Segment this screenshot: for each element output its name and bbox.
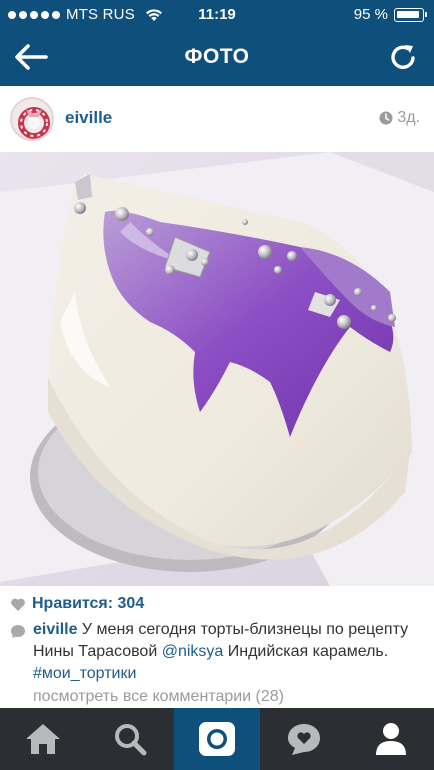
post-time: 3д. bbox=[379, 109, 420, 127]
tab-search[interactable] bbox=[87, 708, 174, 770]
avatar[interactable] bbox=[10, 97, 54, 141]
tab-profile[interactable] bbox=[347, 708, 434, 770]
tab-camera[interactable] bbox=[173, 708, 261, 770]
status-right: 95 % bbox=[353, 6, 427, 23]
caption-text-part-2: Индийская карамель. bbox=[223, 643, 389, 660]
bottom-tab-bar bbox=[0, 708, 434, 770]
view-all-comments-link[interactable]: посмотреть все комментарии (28) bbox=[33, 688, 284, 706]
page-title: ФОТО bbox=[184, 45, 250, 68]
clock-icon bbox=[379, 111, 393, 125]
battery-percent: 95 % bbox=[353, 6, 388, 23]
activity-icon bbox=[287, 724, 320, 755]
profile-icon bbox=[375, 723, 406, 755]
post-time-label: 3д. bbox=[397, 109, 420, 126]
instagram-app: MTS RUS 11:19 95 % ФОТО eiville 3д. Нрав… bbox=[0, 0, 434, 770]
tab-home[interactable] bbox=[0, 708, 87, 770]
tab-activity[interactable] bbox=[260, 708, 347, 770]
home-icon bbox=[26, 724, 61, 754]
search-icon bbox=[115, 724, 147, 756]
caption-text: eiville У меня сегодня торты-близнецы по… bbox=[33, 619, 424, 685]
avatar-image bbox=[12, 99, 52, 139]
camera-icon bbox=[198, 722, 235, 756]
caption-hashtag-link[interactable]: #мои_тортики bbox=[33, 665, 136, 682]
top-bar: MTS RUS 11:19 95 % ФОТО bbox=[0, 0, 434, 86]
post-username[interactable]: eiville bbox=[65, 108, 112, 128]
heart-icon bbox=[11, 598, 25, 611]
battery-icon bbox=[394, 7, 427, 22]
likes-row[interactable]: Нравится: 304 bbox=[10, 594, 144, 614]
cake-photo bbox=[0, 152, 434, 586]
caption-username[interactable]: eiville bbox=[33, 621, 77, 638]
comment-bubble-icon bbox=[11, 625, 25, 638]
caption-mention-link[interactable]: @niksya bbox=[162, 643, 224, 660]
likes-count[interactable]: Нравится: 304 bbox=[32, 595, 144, 613]
post-caption: eiville У меня сегодня торты-близнецы по… bbox=[10, 619, 424, 685]
navigation-bar: ФОТО bbox=[0, 30, 434, 86]
refresh-icon[interactable] bbox=[386, 40, 420, 74]
post-header: eiville 3д. bbox=[0, 86, 434, 152]
post-photo[interactable] bbox=[0, 152, 434, 586]
status-bar: MTS RUS 11:19 95 % bbox=[0, 0, 434, 30]
